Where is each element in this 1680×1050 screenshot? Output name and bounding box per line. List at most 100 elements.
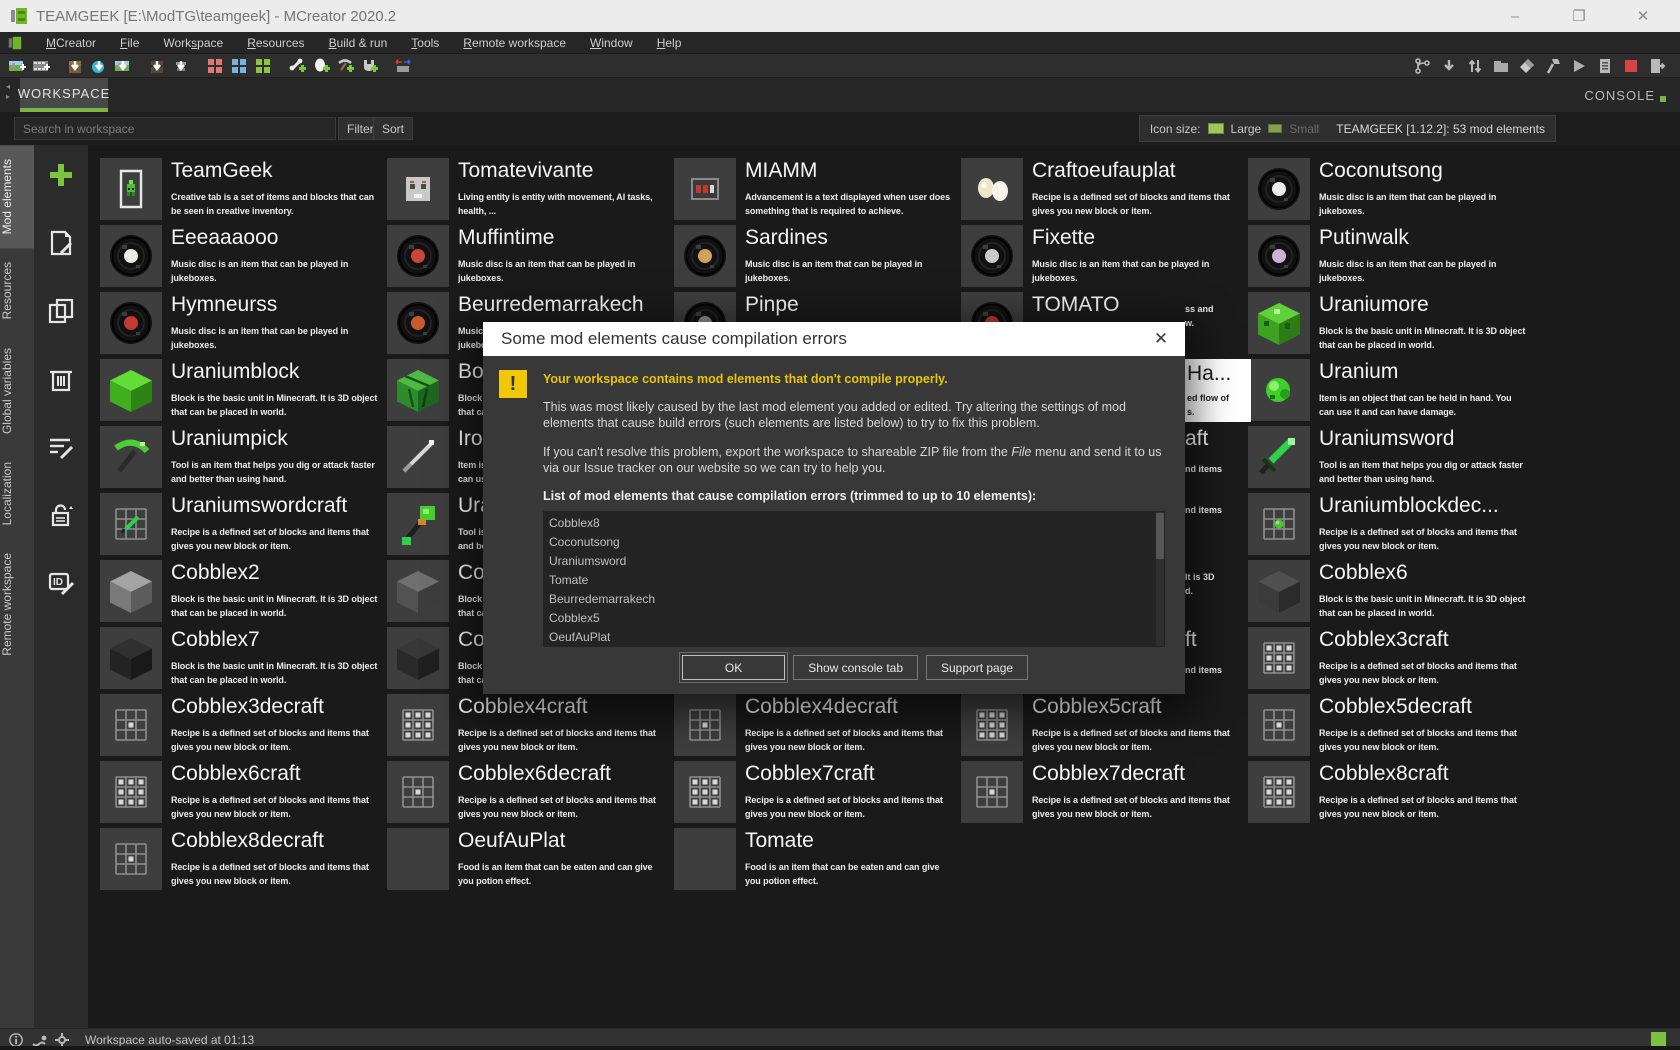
mod-element-card[interactable]: Putinwalk Music disc is an item that can…	[1248, 225, 1528, 289]
mod-element-card[interactable]: Uraniumore Block is the basic unit in Mi…	[1248, 292, 1528, 356]
mod-element-card[interactable]: Uraniumblockdec... Recipe is a defined s…	[1248, 493, 1528, 557]
branch-icon[interactable]	[1414, 57, 1432, 75]
mod-element-card[interactable]: Uraniumsword Tool is an item that helps …	[1248, 426, 1528, 490]
tab-workspace[interactable]: WORKSPACE	[18, 78, 109, 112]
large-icons-icon[interactable]	[1207, 123, 1224, 134]
large-icons-label[interactable]: Large	[1231, 122, 1262, 136]
edit-id-icon[interactable]: ID	[45, 567, 77, 599]
delete-element-icon[interactable]	[45, 363, 77, 395]
mod-element-card[interactable]: Muffintime Music disc is an item that ca…	[387, 225, 667, 289]
measure-icon[interactable]	[394, 57, 412, 75]
export-icon[interactable]	[1648, 57, 1666, 75]
mod-element-card[interactable]: Uranium Item is an object that can be he…	[1248, 359, 1528, 423]
mod-element-card[interactable]: Cobblex4craft Recipe is a defined set of…	[387, 694, 667, 758]
mod-element-card[interactable]: Cobblex8craft Recipe is a defined set of…	[1248, 761, 1528, 825]
menu-resources[interactable]: Resources	[247, 36, 304, 50]
mod-element-card[interactable]: Cobblex7decraft Recipe is a defined set …	[961, 761, 1241, 825]
blue-grid-icon[interactable]	[230, 57, 248, 75]
scene-import-icon[interactable]	[114, 57, 132, 75]
mod-element-card[interactable]: Craftoeufauplat Recipe is a defined set …	[961, 158, 1241, 222]
mod-element-card[interactable]: Cobblex7craft Recipe is a defined set of…	[674, 761, 954, 825]
minimize-button[interactable]: –	[1506, 8, 1524, 25]
mod-element-card[interactable]: Hymneurss Music disc is an item that can…	[100, 292, 380, 356]
egg-add-icon[interactable]	[312, 57, 330, 75]
mod-element-card[interactable]: Cobblex4decraft Recipe is a defined set …	[674, 694, 954, 758]
add-element-icon[interactable]	[45, 159, 77, 191]
mod-element-card[interactable]: MIAMM Advancement is a text displayed wh…	[674, 158, 954, 222]
menu-window[interactable]: Window	[590, 36, 633, 50]
sidebar-tab-global-variables[interactable]: Global variables	[0, 334, 34, 448]
mod-element-card[interactable]: Uraniumpick Tool is an item that helps y…	[100, 426, 380, 490]
scene-add-icon[interactable]	[8, 57, 26, 75]
mod-element-card[interactable]: Uraniumswordcraft Recipe is a defined se…	[100, 493, 380, 557]
duplicate-element-icon[interactable]	[45, 295, 77, 327]
red-grid-icon[interactable]	[206, 57, 224, 75]
folder-icon[interactable]	[1492, 57, 1510, 75]
tab-scroll-arrows-icon[interactable]: ◂ ▸	[2, 82, 14, 108]
stop-icon[interactable]	[1622, 57, 1640, 75]
sidebar-tab-remote-workspace[interactable]: Remote workspace	[0, 539, 34, 670]
lock-element-icon[interactable]	[45, 499, 77, 531]
menu-mcreator[interactable]: MCreator	[46, 36, 96, 50]
restore-button[interactable]: ❐	[1570, 7, 1588, 25]
mod-element-card[interactable]: Tomatevivante Living entity is entity wi…	[387, 158, 667, 222]
mod-element-card[interactable]: OeufAuPlat Food is an item that can be e…	[387, 828, 667, 892]
mod-element-card[interactable]: Cobblex5decraft Recipe is a defined set …	[1248, 694, 1528, 758]
sidebar-tab-localization[interactable]: Localization	[0, 448, 34, 539]
sync-icon[interactable]	[1466, 57, 1484, 75]
pickaxe-add-icon[interactable]	[336, 57, 354, 75]
menu-tools[interactable]: Tools	[411, 36, 439, 50]
mod-element-card[interactable]: Uraniumblock Block is the basic unit in …	[100, 359, 380, 423]
mod-element-card[interactable]: Cobblex6craft Recipe is a defined set of…	[100, 761, 380, 825]
mod-element-card[interactable]: Sardines Music disc is an item that can …	[674, 225, 954, 289]
dialog-close-icon[interactable]: ✕	[1151, 329, 1171, 349]
block-texture-import-icon[interactable]	[66, 57, 84, 75]
mod-element-card[interactable]: Cobblex6decraft Recipe is a defined set …	[387, 761, 667, 825]
dialog-button-show-console-tab[interactable]: Show console tab	[793, 655, 918, 680]
mod-element-card[interactable]: Tomate Food is an item that can be eaten…	[674, 828, 954, 892]
list-scrollbar-thumb[interactable]	[1156, 513, 1164, 559]
mod-element-card[interactable]: Cobblex5craft Recipe is a defined set of…	[961, 694, 1241, 758]
mod-element-card[interactable]: Fixette Music disc is an item that can b…	[961, 225, 1241, 289]
menu-remote-workspace[interactable]: Remote workspace	[463, 36, 566, 50]
list-scrollbar[interactable]	[1156, 512, 1164, 646]
error-elements-listbox[interactable]: Cobblex8 Coconutsong Uraniumsword Tomate Beu…	[543, 511, 1165, 647]
mod-element-card[interactable]: Cobblex3decraft Recipe is a defined set …	[100, 694, 380, 758]
mod-element-card[interactable]: Cobblex6 Block is the basic unit in Mine…	[1248, 560, 1528, 624]
menu-workspace[interactable]: Workspace	[163, 36, 223, 50]
hammer-icon[interactable]	[1544, 57, 1562, 75]
console-doc-icon[interactable]	[1596, 57, 1614, 75]
close-button[interactable]: ✕	[1634, 7, 1652, 25]
search-input[interactable]	[14, 117, 336, 140]
dialog-button-ok[interactable]: OK	[678, 652, 789, 683]
download-icon[interactable]	[1440, 57, 1458, 75]
mod-element-card[interactable]: Cobblex3craft Recipe is a defined set of…	[1248, 627, 1528, 691]
mod-element-card[interactable]: Cobblex2 Block is the basic unit in Mine…	[100, 560, 380, 624]
sort-button[interactable]: Sort	[373, 117, 414, 140]
mod-element-card[interactable]: Eeeaaaooo Music disc is an item that can…	[100, 225, 380, 289]
animation-add-icon[interactable]	[32, 57, 50, 75]
bone-add-icon[interactable]	[288, 57, 306, 75]
selected-mod-element-fragment[interactable]: Ha... ed flow of s.	[1185, 359, 1251, 422]
mod-element-card[interactable]: Cobblex7 Block is the basic unit in Mine…	[100, 627, 380, 691]
mod-element-card[interactable]: Cobblex8decraft Recipe is a defined set …	[100, 828, 380, 892]
container-import-icon[interactable]	[148, 57, 166, 75]
menu-help[interactable]: Help	[657, 36, 682, 50]
sidebar-tab-mod-elements[interactable]: Mod elements	[0, 145, 34, 249]
dialog-button-support-page[interactable]: Support page	[926, 655, 1029, 680]
small-icons-label[interactable]: Small	[1289, 122, 1319, 136]
item-texture-import-icon[interactable]	[90, 57, 108, 75]
menu-build-run[interactable]: Build & run	[329, 36, 388, 50]
menu-file[interactable]: File	[120, 36, 139, 50]
edit-variables-icon[interactable]	[45, 431, 77, 463]
play-icon[interactable]	[1570, 57, 1588, 75]
armor-add-icon[interactable]	[360, 57, 378, 75]
mod-element-card[interactable]: Coconutsong Music disc is an item that c…	[1248, 158, 1528, 222]
small-icons-icon[interactable]	[1268, 124, 1283, 133]
anvil-import-icon[interactable]	[172, 57, 190, 75]
eraser-icon[interactable]	[1518, 57, 1536, 75]
mod-element-card[interactable]: TeamGeek Creative tab is a set of items …	[100, 158, 380, 222]
green-grid-icon[interactable]	[254, 57, 272, 75]
tab-console[interactable]: CONSOLE	[1584, 78, 1666, 112]
edit-element-icon[interactable]	[45, 227, 77, 259]
